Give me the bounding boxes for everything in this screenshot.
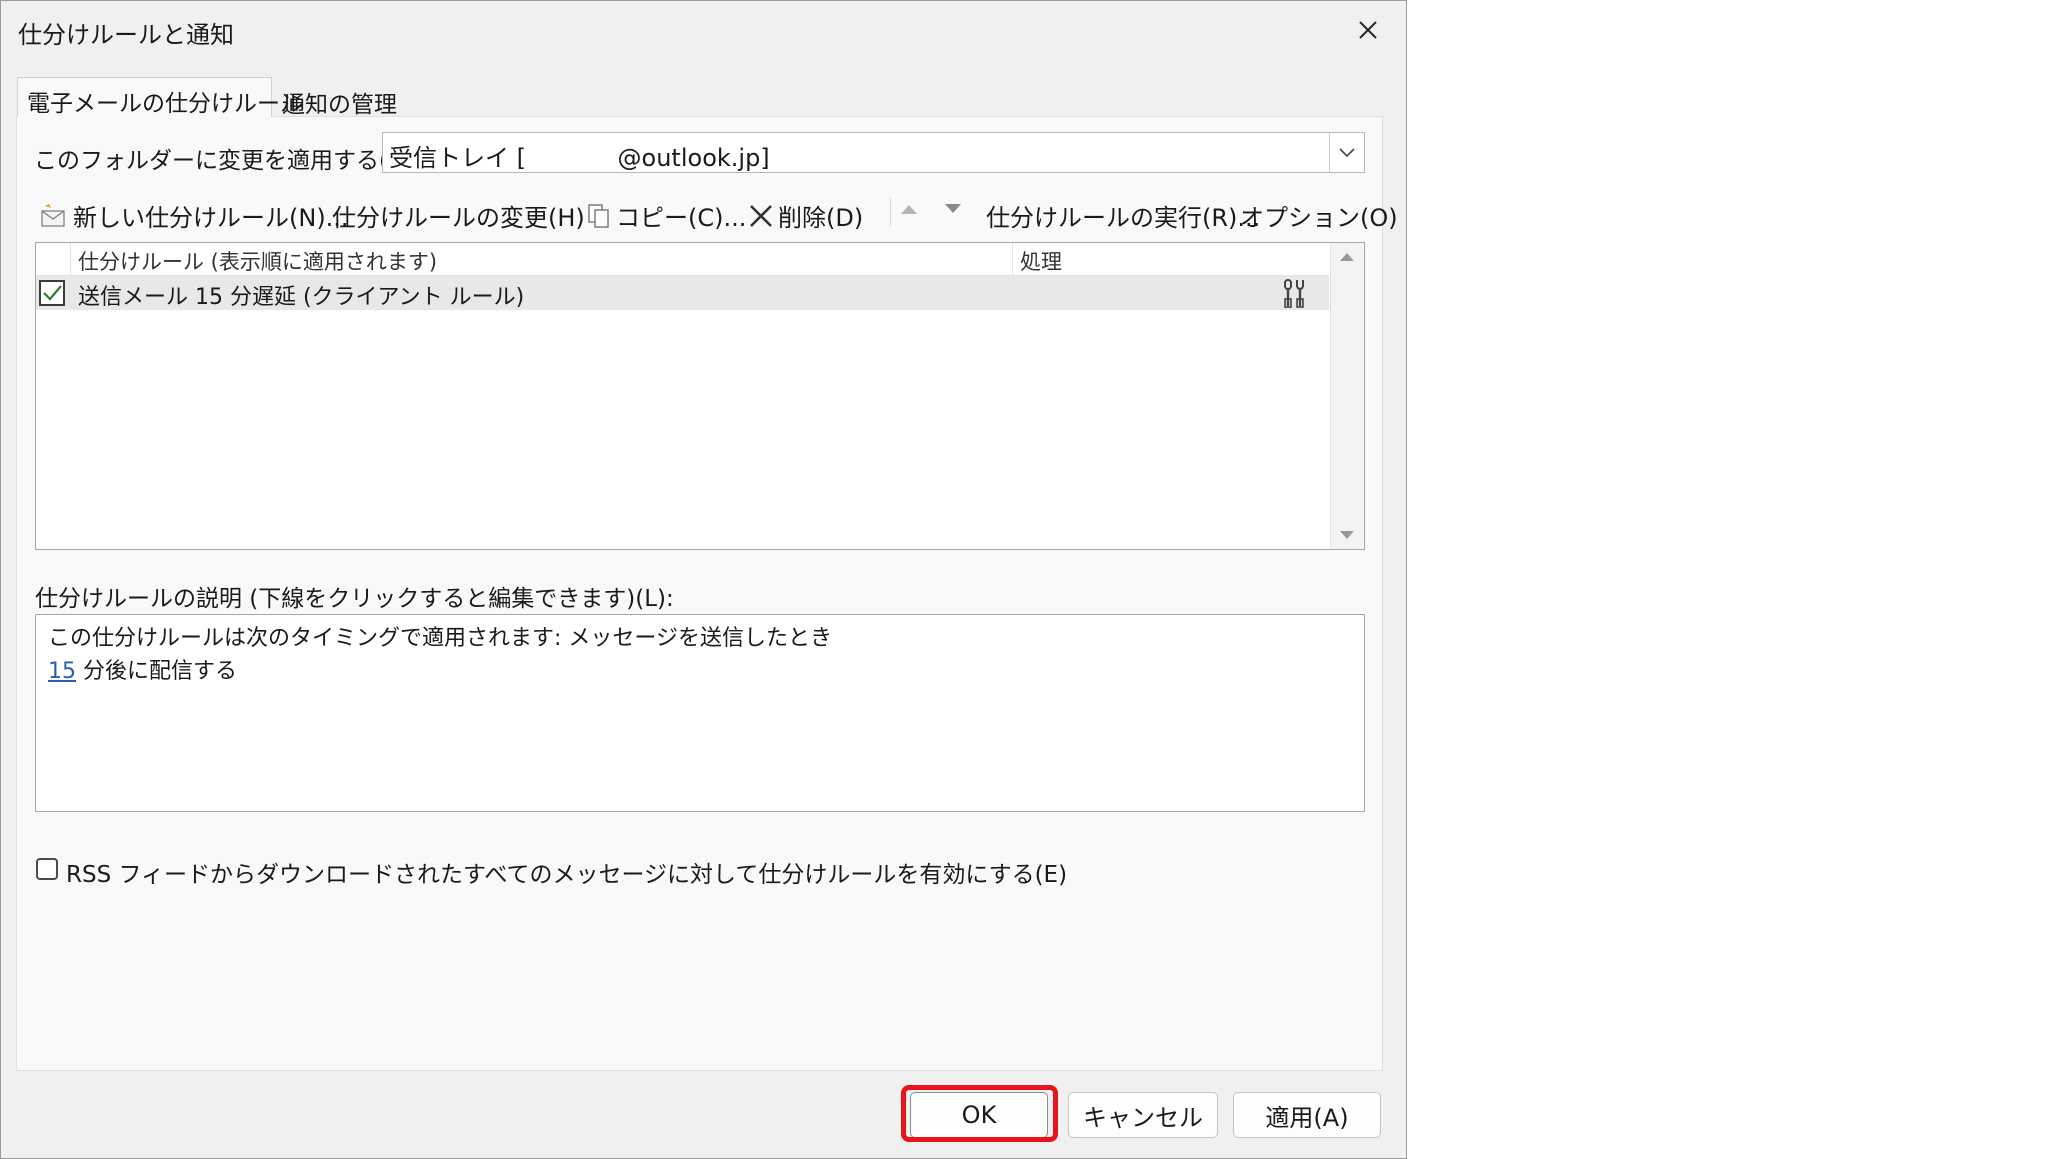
run-rules-label: 仕分けルールの実行(R)... — [986, 204, 1261, 232]
folder-dropdown-arrow[interactable] — [1329, 133, 1364, 172]
chevron-down-icon — [1339, 147, 1355, 157]
close-icon — [1359, 21, 1377, 39]
ok-button[interactable]: OK — [910, 1092, 1048, 1138]
folder-label: このフォルダーに変更を適用する(F): — [34, 148, 418, 174]
arrow-up-icon — [901, 205, 917, 214]
header-action[interactable]: 処理 — [1020, 246, 1062, 276]
rules-list-scrollbar[interactable] — [1330, 243, 1364, 549]
delete-icon — [750, 204, 772, 227]
description-line-2: 15 分後に配信する — [48, 653, 237, 685]
rules-list: 仕分けルール (表示順に適用されます) 処理 送信メール 15 分遅延 (クライ… — [35, 242, 1365, 550]
dialog-title: 仕分けルールと通知 — [18, 21, 234, 49]
move-down-button[interactable] — [943, 202, 963, 216]
options-label: オプション(O) — [1240, 204, 1398, 232]
options-button[interactable]: オプション(O) — [1240, 198, 1398, 233]
scroll-up-icon[interactable] — [1339, 252, 1355, 262]
copy-button[interactable]: コピー(C)... — [586, 198, 746, 233]
new-rule-icon — [41, 203, 65, 227]
rss-label[interactable]: RSS フィードからダウンロードされたすべてのメッセージに対して仕分けルールを有… — [66, 855, 1067, 889]
description-label: 仕分けルールの説明 (下線をクリックすると編集できます)(L): — [35, 586, 674, 612]
header-separator[interactable] — [1012, 243, 1013, 275]
toolbar-separator — [890, 198, 891, 226]
rules-list-header: 仕分けルール (表示順に適用されます) 処理 — [36, 243, 1329, 276]
new-rule-button[interactable]: 新しい仕分けルール(N)... — [39, 198, 349, 233]
run-rules-button[interactable]: 仕分けルールの実行(R)... — [986, 198, 1260, 233]
client-rule-icon — [1284, 279, 1304, 308]
rule-description-box: この仕分けルールは次のタイミングで適用されます: メッセージを送信したとき 15… — [35, 614, 1365, 812]
apply-button[interactable]: 適用(A) — [1233, 1092, 1381, 1138]
copy-icon — [588, 203, 609, 228]
copy-label: コピー(C)... — [616, 204, 747, 232]
cancel-button[interactable]: キャンセル — [1068, 1092, 1218, 1138]
rule-row[interactable]: 送信メール 15 分遅延 (クライアント ルール) — [36, 276, 1329, 310]
checkmark-icon — [43, 285, 62, 301]
title-bar: 仕分けルールと通知 — [1, 1, 1406, 59]
delay-minutes-link[interactable]: 15 — [48, 659, 76, 684]
description-line-1: この仕分けルールは次のタイミングで適用されます: メッセージを送信したとき — [48, 626, 832, 651]
close-button[interactable] — [1340, 7, 1396, 53]
scroll-down-icon[interactable] — [1339, 530, 1355, 540]
description-line-2-text: 分後に配信する — [76, 659, 237, 684]
rule-checkbox[interactable] — [39, 280, 65, 306]
arrow-down-icon — [945, 204, 961, 213]
folder-dropdown[interactable]: 受信トレイ [ @outlook.jp] — [382, 132, 1365, 173]
change-rule-label: 仕分けルールの変更(H) — [332, 204, 585, 232]
new-rule-label: 新しい仕分けルール(N)... — [73, 204, 349, 232]
rule-name: 送信メール 15 分遅延 (クライアント ルール) — [78, 285, 525, 310]
tab-email-rules[interactable]: 電子メールの仕分けルール — [17, 77, 303, 117]
delete-button[interactable]: 削除(D) — [748, 198, 863, 233]
change-rule-button[interactable]: 仕分けルールの変更(H) — [332, 198, 602, 233]
rules-dialog: 仕分けルールと通知 電子メールの仕分けルール 通知の管理 このフォルダーに変更を… — [0, 0, 1407, 1159]
delete-label: 削除(D) — [778, 204, 864, 232]
move-up-button[interactable] — [899, 202, 919, 216]
rss-checkbox[interactable] — [36, 858, 58, 880]
folder-value: 受信トレイ [ @outlook.jp] — [389, 144, 770, 172]
header-rule[interactable]: 仕分けルール (表示順に適用されます) — [78, 246, 437, 276]
header-check-column — [36, 243, 71, 275]
